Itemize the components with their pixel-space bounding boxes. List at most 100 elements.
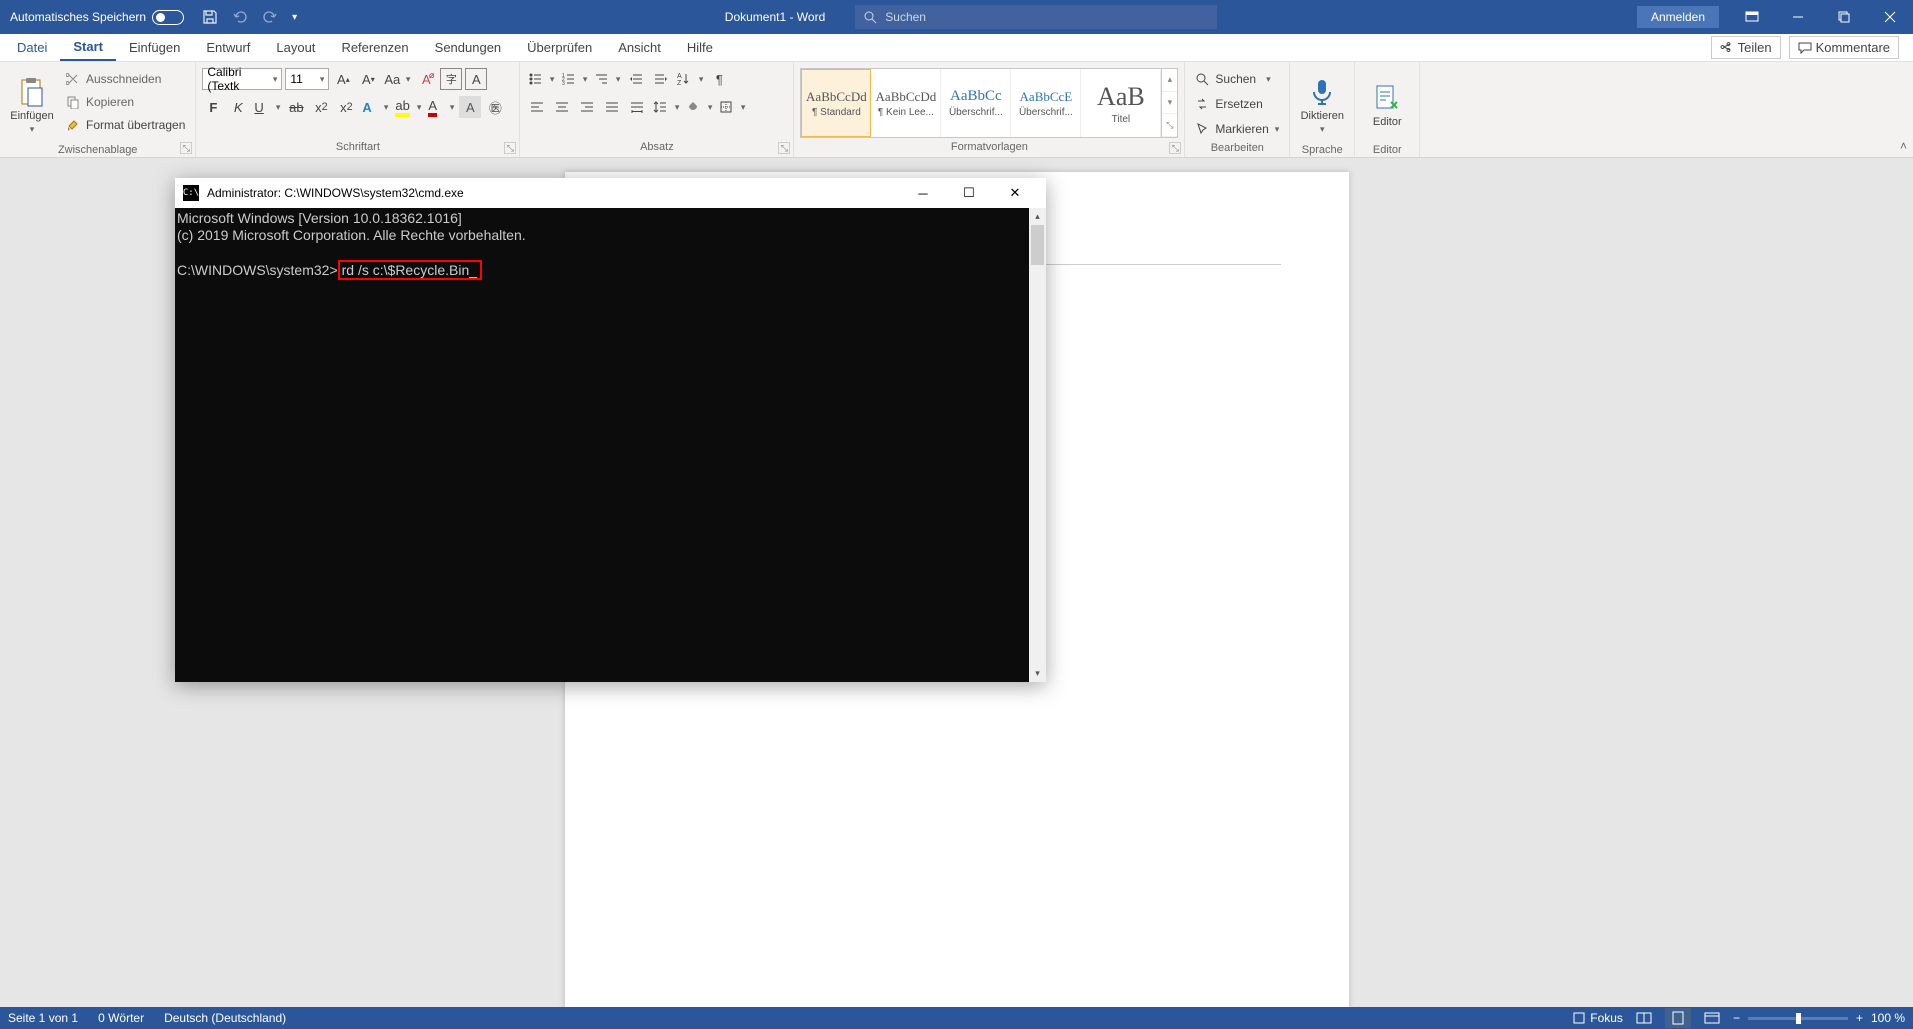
- save-icon[interactable]: [202, 9, 218, 25]
- dialog-launcher-icon[interactable]: ⤡: [504, 142, 516, 154]
- text-effects-icon[interactable]: A▾: [360, 96, 390, 118]
- dialog-launcher-icon[interactable]: ⤡: [180, 142, 192, 154]
- tab-start[interactable]: Start: [60, 34, 116, 61]
- highlight-icon[interactable]: ab▾: [393, 96, 423, 118]
- outdent-icon[interactable]: [625, 68, 647, 90]
- dictate-button[interactable]: Diktieren▾: [1296, 68, 1348, 142]
- signin-button[interactable]: Anmelden: [1637, 6, 1719, 28]
- strike-icon[interactable]: ab: [285, 96, 307, 118]
- tab-mailings[interactable]: Sendungen: [422, 35, 515, 60]
- styles-scroll[interactable]: ▴▾⤡: [1161, 69, 1177, 137]
- scroll-down-icon[interactable]: ▾: [1029, 665, 1046, 682]
- autosave-toggle[interactable]: Automatisches Speichern: [0, 10, 194, 25]
- shading-icon[interactable]: ▾: [684, 96, 714, 118]
- ribbon-display-icon[interactable]: [1729, 0, 1775, 34]
- zoom-slider[interactable]: [1748, 1017, 1848, 1020]
- comments-button[interactable]: Kommentare: [1789, 36, 1899, 59]
- numbering-icon[interactable]: 123▾: [559, 68, 589, 90]
- underline-icon[interactable]: U▾: [252, 96, 282, 118]
- borders-icon[interactable]: ▾: [717, 96, 747, 118]
- cmd-body[interactable]: Microsoft Windows [Version 10.0.18362.10…: [175, 208, 1046, 682]
- subscript-icon[interactable]: x2: [310, 96, 332, 118]
- styles-gallery[interactable]: AaBbCcDd¶ Standard AaBbCcDd¶ Kein Lee...…: [800, 68, 1178, 138]
- align-center-icon[interactable]: [551, 96, 573, 118]
- style-nospace[interactable]: AaBbCcDd¶ Kein Lee...: [871, 69, 941, 137]
- page-count[interactable]: Seite 1 von 1: [8, 1011, 78, 1025]
- cmd-maximize-icon[interactable]: ☐: [946, 178, 992, 208]
- clear-format-icon[interactable]: A⌀: [415, 68, 437, 90]
- scroll-thumb[interactable]: [1031, 225, 1044, 265]
- web-layout-icon[interactable]: [1699, 1008, 1725, 1028]
- justify-icon[interactable]: [601, 96, 623, 118]
- undo-icon[interactable]: [232, 9, 248, 25]
- phonetic-icon[interactable]: 字: [440, 68, 462, 90]
- dialog-launcher-icon[interactable]: ⤡: [778, 142, 790, 154]
- sort-icon[interactable]: AZ▾: [675, 68, 705, 90]
- cmd-titlebar[interactable]: C:\ Administrator: C:\WINDOWS\system32\c…: [175, 178, 1046, 208]
- print-layout-icon[interactable]: [1665, 1008, 1691, 1028]
- dialog-launcher-icon[interactable]: ⤡: [1169, 142, 1181, 154]
- zoom-level[interactable]: 100 %: [1871, 1011, 1905, 1025]
- distributed-icon[interactable]: [626, 96, 648, 118]
- tab-layout[interactable]: Layout: [263, 35, 328, 60]
- read-mode-icon[interactable]: [1631, 1008, 1657, 1028]
- bold-icon[interactable]: F: [202, 96, 224, 118]
- close-icon[interactable]: [1867, 0, 1913, 34]
- style-heading2[interactable]: AaBbCcEÜberschrif...: [1011, 69, 1081, 137]
- replace-button[interactable]: Ersetzen: [1191, 93, 1283, 115]
- font-color-icon[interactable]: A▾: [426, 96, 456, 118]
- chevron-up-icon[interactable]: ▴: [1162, 69, 1177, 92]
- char-border-icon[interactable]: A: [465, 68, 487, 90]
- align-left-icon[interactable]: [526, 96, 548, 118]
- tab-design[interactable]: Entwurf: [193, 35, 263, 60]
- zoom-in-icon[interactable]: +: [1856, 1011, 1863, 1025]
- cmd-close-icon[interactable]: ✕: [992, 178, 1038, 208]
- char-shading-icon[interactable]: A: [459, 96, 481, 118]
- style-standard[interactable]: AaBbCcDd¶ Standard: [801, 69, 871, 137]
- share-button[interactable]: Teilen: [1711, 36, 1781, 59]
- line-spacing-icon[interactable]: ▾: [651, 96, 681, 118]
- style-heading1[interactable]: AaBbCcÜberschrif...: [941, 69, 1011, 137]
- paste-button[interactable]: Einfügen ▾: [6, 68, 58, 142]
- cmd-scrollbar[interactable]: ▴ ▾: [1029, 208, 1046, 682]
- font-size-combo[interactable]: 11▾: [285, 68, 329, 90]
- tab-file[interactable]: Datei: [4, 35, 60, 60]
- italic-icon[interactable]: K: [227, 96, 249, 118]
- grow-font-icon[interactable]: A▴: [332, 68, 354, 90]
- qat-dropdown-icon[interactable]: ▾: [292, 12, 297, 23]
- copy-button[interactable]: Kopieren: [62, 91, 189, 113]
- style-title[interactable]: AaBTitel: [1081, 69, 1161, 137]
- indent-icon[interactable]: [650, 68, 672, 90]
- align-right-icon[interactable]: [576, 96, 598, 118]
- show-marks-icon[interactable]: ¶: [708, 68, 730, 90]
- select-button[interactable]: Markieren▾: [1191, 118, 1283, 140]
- word-count[interactable]: 0 Wörter: [98, 1011, 144, 1025]
- scroll-up-icon[interactable]: ▴: [1029, 208, 1046, 225]
- font-name-combo[interactable]: Calibri (Textk▾: [202, 68, 282, 90]
- maximize-icon[interactable]: [1821, 0, 1867, 34]
- focus-mode[interactable]: Fokus: [1572, 1011, 1623, 1025]
- expand-icon[interactable]: ⤡: [1162, 114, 1177, 137]
- search-box[interactable]: Suchen: [855, 5, 1217, 29]
- toggle-off-icon[interactable]: [152, 10, 184, 25]
- shrink-font-icon[interactable]: A▾: [357, 68, 379, 90]
- bullets-icon[interactable]: ▾: [526, 68, 556, 90]
- tab-view[interactable]: Ansicht: [605, 35, 674, 60]
- tab-review[interactable]: Überprüfen: [514, 35, 605, 60]
- format-painter-button[interactable]: Format übertragen: [62, 114, 189, 136]
- tab-insert[interactable]: Einfügen: [116, 35, 193, 60]
- tab-references[interactable]: Referenzen: [328, 35, 421, 60]
- zoom-out-icon[interactable]: −: [1733, 1011, 1740, 1025]
- chevron-down-icon[interactable]: ▾: [1162, 92, 1177, 115]
- enclose-char-icon[interactable]: ㊩: [484, 96, 506, 118]
- language[interactable]: Deutsch (Deutschland): [164, 1011, 286, 1025]
- cmd-minimize-icon[interactable]: ─: [900, 178, 946, 208]
- minimize-icon[interactable]: [1775, 0, 1821, 34]
- change-case-icon[interactable]: Aa▾: [382, 68, 412, 90]
- tab-help[interactable]: Hilfe: [674, 35, 726, 60]
- editor-button[interactable]: Editor: [1361, 68, 1413, 142]
- find-button[interactable]: Suchen▾: [1191, 68, 1283, 90]
- multilevel-icon[interactable]: ▾: [592, 68, 622, 90]
- redo-icon[interactable]: [262, 9, 278, 25]
- superscript-icon[interactable]: x2: [335, 96, 357, 118]
